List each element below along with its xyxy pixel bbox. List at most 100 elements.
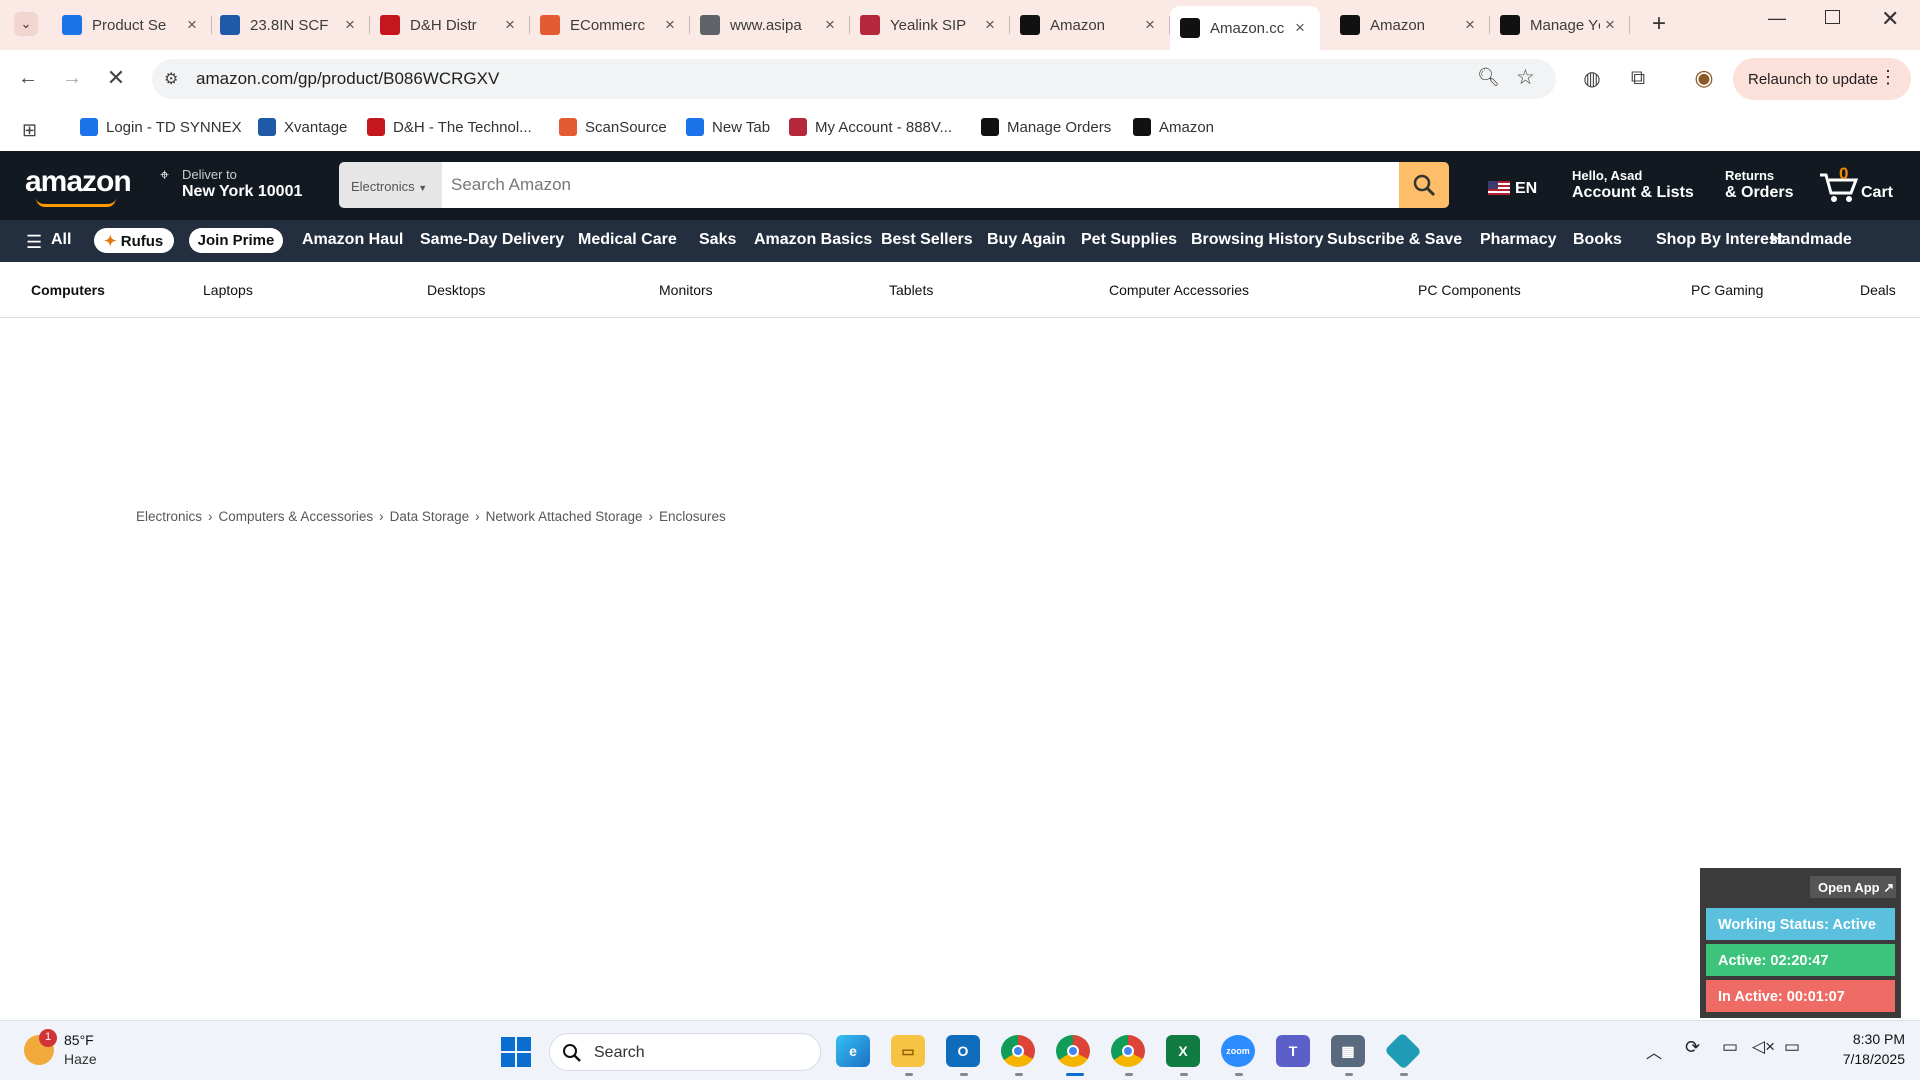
nav-link[interactable]: Books — [1573, 231, 1622, 249]
close-window-icon[interactable]: ✕ — [1881, 6, 1899, 32]
sub-nav-item[interactable]: Desktops — [427, 282, 485, 298]
chrome-profile-2-icon[interactable] — [1111, 1035, 1145, 1067]
sub-nav-item[interactable]: Deals — [1860, 282, 1896, 298]
relaunch-button[interactable]: Relaunch to update ⋮ — [1733, 58, 1911, 100]
apps-grid-icon[interactable]: ⊞ — [22, 120, 37, 141]
nav-link[interactable]: Browsing History — [1191, 231, 1323, 249]
weather-temp[interactable]: 85°F — [64, 1032, 94, 1048]
zoom-app-icon[interactable]: zoom — [1221, 1035, 1255, 1067]
nav-link[interactable]: Buy Again — [987, 231, 1066, 249]
network-icon[interactable]: ▭ — [1722, 1037, 1738, 1057]
join-prime-button[interactable]: Join Prime — [189, 228, 283, 253]
hamburger-menu-icon[interactable]: ☰ — [26, 232, 42, 253]
edge-icon[interactable]: e — [836, 1035, 870, 1067]
account-greeting[interactable]: Hello, Asad — [1572, 168, 1642, 183]
sub-nav-item[interactable]: Monitors — [659, 282, 713, 298]
nav-link[interactable]: Shop By Interest — [1656, 231, 1783, 249]
nav-link[interactable]: Medical Care — [578, 231, 677, 249]
open-app-button[interactable]: Open App ↗ — [1810, 876, 1896, 898]
tab-search-chevron-icon[interactable]: ⌄ — [14, 12, 38, 36]
tab-close-icon[interactable]: × — [1460, 15, 1480, 35]
battery-icon[interactable]: ▭ — [1784, 1037, 1800, 1057]
weather-desc[interactable]: Haze — [64, 1051, 97, 1067]
excel-icon[interactable]: X — [1166, 1035, 1200, 1067]
translate-globe-icon[interactable]: ◍ — [1575, 61, 1609, 95]
sub-nav-item[interactable]: Computer Accessories — [1109, 282, 1249, 298]
bookmark-item[interactable]: Xvantage — [258, 118, 347, 136]
app-diamond-icon[interactable] — [1384, 1032, 1422, 1070]
bookmark-item[interactable]: My Account - 888V... — [789, 118, 952, 136]
bookmark-item[interactable]: Manage Orders — [981, 118, 1111, 136]
bookmark-item[interactable]: D&H - The Technol... — [367, 118, 532, 136]
returns-label[interactable]: Returns — [1725, 168, 1774, 183]
nav-link[interactable]: Handmade — [1770, 231, 1852, 249]
amazon-logo[interactable]: amazon — [25, 165, 132, 199]
calculator-icon[interactable]: ▦ — [1331, 1035, 1365, 1067]
taskbar-search-box[interactable]: Search — [549, 1033, 821, 1071]
sub-nav-item[interactable]: PC Components — [1418, 282, 1521, 298]
deliver-to-label[interactable]: Deliver to — [182, 167, 237, 182]
breadcrumb-link[interactable]: Enclosures — [659, 509, 726, 524]
url-text[interactable]: amazon.com/gp/product/B086WCRGXV — [196, 69, 499, 89]
orders-link[interactable]: & Orders — [1725, 184, 1793, 202]
stop-loading-icon[interactable]: ✕ — [99, 61, 133, 95]
new-tab-button[interactable]: + — [1652, 10, 1666, 38]
file-explorer-icon[interactable]: ▭ — [891, 1035, 925, 1067]
browser-tab[interactable]: Yealink SIP × — [850, 6, 1010, 44]
nav-all[interactable]: All — [51, 231, 71, 249]
profile-icon[interactable]: ◉ — [1687, 61, 1721, 95]
tab-close-icon[interactable]: × — [820, 15, 840, 35]
sub-nav-item[interactable]: PC Gaming — [1691, 282, 1763, 298]
rufus-button[interactable]: ✦ Rufus — [94, 228, 174, 253]
language-selector[interactable]: EN — [1515, 180, 1537, 198]
sub-nav-item[interactable]: Laptops — [203, 282, 253, 298]
extensions-icon[interactable]: ⧉ — [1621, 61, 1655, 95]
breadcrumb-link[interactable]: Data Storage — [390, 509, 470, 524]
teams-icon[interactable]: T — [1276, 1035, 1310, 1067]
breadcrumb-link[interactable]: Electronics — [136, 509, 202, 524]
browser-tab[interactable]: Amazon × — [1010, 6, 1170, 44]
tray-chevron-icon[interactable]: ︿ — [1646, 1039, 1662, 1063]
tab-close-icon[interactable]: × — [182, 15, 202, 35]
clock-date[interactable]: 7/18/2025 — [1825, 1051, 1905, 1067]
windows-start-icon[interactable] — [501, 1037, 531, 1067]
chrome-profile-icon[interactable] — [1056, 1035, 1090, 1067]
outlook-icon[interactable]: O — [946, 1035, 980, 1067]
nav-link[interactable]: Pet Supplies — [1081, 231, 1177, 249]
sync-icon[interactable]: ⟳ — [1685, 1037, 1700, 1058]
nav-link[interactable]: Best Sellers — [881, 231, 973, 249]
tab-close-icon[interactable]: × — [660, 15, 680, 35]
chrome-icon[interactable] — [1001, 1035, 1035, 1067]
search-category-dropdown[interactable]: Electronics ▼ — [339, 162, 449, 208]
tab-close-icon[interactable]: × — [1140, 15, 1160, 35]
nav-link[interactable]: Pharmacy — [1480, 231, 1557, 249]
nav-link[interactable]: Amazon Basics — [754, 231, 872, 249]
nav-link[interactable]: Subscribe & Save — [1327, 231, 1462, 249]
browser-tab[interactable]: Product Se × — [52, 6, 212, 44]
site-info-icon[interactable]: ⚙ — [164, 69, 178, 89]
clock-time[interactable]: 8:30 PM — [1840, 1031, 1905, 1047]
search-button[interactable] — [1399, 162, 1449, 208]
breadcrumb-link[interactable]: Network Attached Storage — [486, 509, 643, 524]
breadcrumb-link[interactable]: Computers & Accessories — [219, 509, 374, 524]
browser-tab[interactable]: Amazon × — [1330, 6, 1490, 44]
bookmark-item[interactable]: Login - TD SYNNEX — [80, 118, 242, 136]
volume-muted-icon[interactable]: ◁× — [1752, 1037, 1775, 1057]
tab-close-icon[interactable]: × — [1290, 18, 1310, 38]
bookmark-item[interactable]: New Tab — [686, 118, 770, 136]
minimize-icon[interactable]: — — [1768, 8, 1786, 29]
restore-icon[interactable] — [1825, 10, 1840, 24]
nav-link[interactable]: Same-Day Delivery — [420, 231, 564, 249]
browser-tab[interactable]: ECommerc × — [530, 6, 690, 44]
menu-dots-icon[interactable]: ⋮ — [1879, 67, 1897, 88]
browser-tab[interactable]: Amazon.cc × — [1170, 6, 1320, 50]
bookmark-item[interactable]: Amazon — [1133, 118, 1214, 136]
tab-close-icon[interactable]: × — [500, 15, 520, 35]
forward-icon[interactable]: → — [55, 61, 89, 95]
search-input[interactable]: Search Amazon — [442, 162, 1399, 208]
browser-tab[interactable]: D&H Distr × — [370, 6, 530, 44]
back-icon[interactable]: ← — [11, 61, 45, 95]
nav-link[interactable]: Saks — [699, 231, 736, 249]
browser-tab[interactable]: Manage Yc × — [1490, 6, 1630, 44]
bookmark-star-icon[interactable]: ☆ — [1516, 65, 1535, 90]
